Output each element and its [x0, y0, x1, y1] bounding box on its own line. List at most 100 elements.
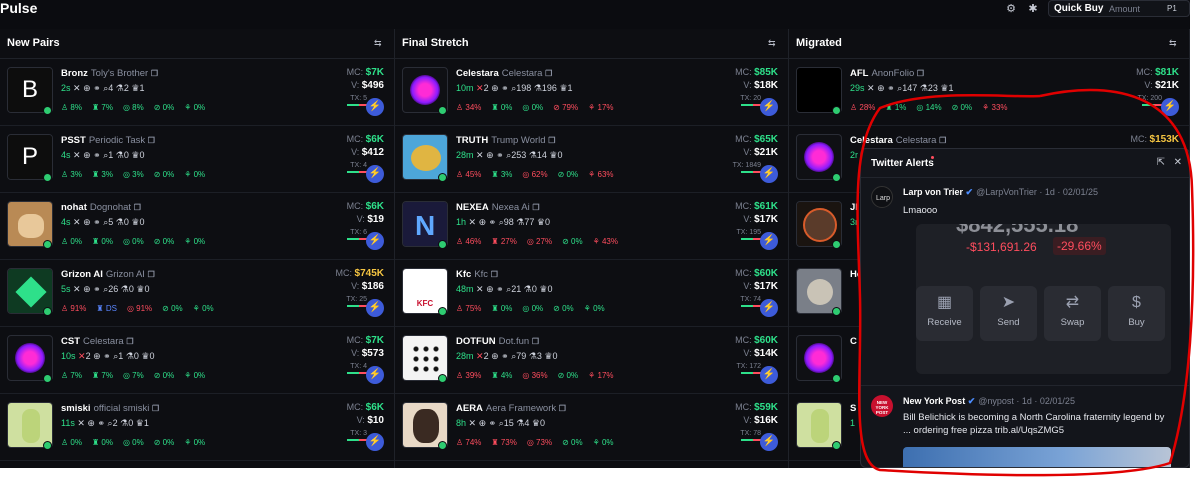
token-card[interactable]: Grizon AI Grizon AI ❐ 5s ✕ ⊕ ⚭ ⌕26 ⚗0 ♛0 ♙ … — [0, 260, 394, 327]
quick-buy-button[interactable]: ⚡ — [760, 232, 778, 250]
gear-icon[interactable]: ✱ — [1026, 2, 1040, 16]
x-icon[interactable]: ✕ — [73, 284, 81, 294]
quick-buy-button[interactable]: ⚡ — [760, 433, 778, 451]
x-icon[interactable]: ✕ — [73, 150, 81, 160]
quick-buy-label[interactable]: Quick Buy — [1054, 3, 1103, 15]
pill-icon[interactable]: ⚭ — [887, 83, 895, 93]
quick-buy-button[interactable]: ⚡ — [366, 232, 384, 250]
token-name[interactable]: AERA Aera Framework ❐ — [456, 403, 566, 414]
token-name[interactable]: PSST Periodic Task ❐ — [61, 135, 155, 146]
copy-icon[interactable]: ❐ — [491, 270, 498, 279]
token-card[interactable]: nohat Dognohat ❐ 4s ✕ ⊕ ⚭ ⌕5 ⚗0 ♛0 ♙ 0% ♜ 0%… — [0, 193, 394, 260]
quick-buy-button[interactable]: ⚡ — [760, 299, 778, 317]
copy-icon[interactable]: ❐ — [545, 69, 552, 78]
x-icon[interactable]: ✕ — [476, 83, 484, 93]
pill-icon[interactable]: ⚭ — [496, 150, 504, 160]
copy-icon[interactable]: ❐ — [151, 69, 158, 78]
pill-icon[interactable]: ⚭ — [97, 418, 105, 428]
avatar[interactable]: Larp — [871, 186, 893, 208]
x-icon[interactable]: ✕ — [73, 83, 81, 93]
token-name[interactable]: NEXEA Nexea Ai ❐ — [456, 202, 540, 213]
token-name[interactable]: Bronz Toly's Brother ❐ — [61, 68, 158, 79]
token-name[interactable]: CST Celestara ❐ — [61, 336, 133, 347]
copy-icon[interactable]: ❐ — [559, 404, 566, 413]
token-card[interactable]: AERA Aera Framework ❐ 8h ✕ ⊕ ⚭ ⌕15 ⚗4 ♛0 ♙ … — [395, 394, 788, 461]
globe-icon[interactable]: ⊕ — [93, 351, 101, 361]
token-name[interactable]: Celestara Celestara ❐ — [456, 68, 552, 79]
token-name[interactable]: TRUTH Trump World ❐ — [456, 135, 555, 146]
globe-icon[interactable]: ⊕ — [83, 83, 91, 93]
x-icon[interactable]: ✕ — [469, 217, 477, 227]
token-card[interactable]: smiski official smiski ❐ 11s ✕ ⊕ ⚭ ⌕2 ⚗0 ♛… — [0, 394, 394, 461]
quick-buy-button[interactable]: ⚡ — [366, 366, 384, 384]
token-name[interactable]: DOTFUN Dot.fun ❐ — [456, 336, 539, 347]
copy-icon[interactable]: ❐ — [532, 203, 539, 212]
preset-button[interactable]: P1 — [1167, 3, 1177, 15]
token-name[interactable]: S — [850, 403, 859, 414]
expand-icon[interactable]: ⇱ — [1157, 157, 1165, 168]
x-icon[interactable]: ✕ — [469, 418, 477, 428]
token-card[interactable]: KFC Kfc Kfc ❐ 48m ✕ ⊕ ⚭ ⌕21 ⚗0 ♛0 ♙ 75% ♜ 0% ◎… — [395, 260, 788, 327]
x-icon[interactable]: ✕ — [476, 351, 484, 361]
copy-icon[interactable]: ❐ — [152, 404, 159, 413]
token-card[interactable]: B Bronz Toly's Brother ❐ 2s ✕ ⊕ ⚭ ⌕4 ⚗2 ♛1 ♙… — [0, 59, 394, 126]
globe-icon[interactable]: ⊕ — [486, 150, 494, 160]
token-name[interactable]: Grizon AI Grizon AI ❐ — [61, 269, 155, 280]
copy-icon[interactable]: ❐ — [939, 136, 946, 145]
token-card[interactable]: AFL AnonFolio ❐ 29s ✕ ⊕ ⚭ ⌕147 ⚗23 ♛1 ♙ 28%… — [789, 59, 1189, 126]
token-name[interactable]: Celestara Celestara ❐ — [850, 135, 946, 146]
token-card[interactable]: Celestara Celestara ❐ 10m ✕2 ⊕ ⚭ ⌕198 ⚗196… — [395, 59, 788, 126]
token-card[interactable]: DOTFUN Dot.fun ❐ 28m ✕2 ⊕ ⚭ ⌕79 ⚗3 ♛0 ♙ 39%… — [395, 327, 788, 394]
token-card[interactable]: N NEXEA Nexea Ai ❐ 1h ✕ ⊕ ⚭ ⌕98 ⚗77 ♛0 ♙ 46%… — [395, 193, 788, 260]
pill-icon[interactable]: ⚭ — [93, 83, 101, 93]
x-icon[interactable]: ✕ — [476, 284, 484, 294]
pill-icon[interactable]: ⚭ — [501, 351, 509, 361]
quick-buy-button[interactable]: ⚡ — [760, 165, 778, 183]
x-icon[interactable]: ✕ — [867, 83, 875, 93]
copy-icon[interactable]: ❐ — [134, 203, 141, 212]
x-icon[interactable]: ✕ — [77, 418, 85, 428]
globe-icon[interactable]: ⊕ — [479, 217, 487, 227]
pill-icon[interactable]: ⚭ — [93, 217, 101, 227]
copy-icon[interactable]: ❐ — [126, 337, 133, 346]
globe-icon[interactable]: ⊕ — [491, 83, 499, 93]
token-name[interactable]: AFL AnonFolio ❐ — [850, 68, 924, 79]
token-card[interactable]: TRUTH Trump World ❐ 28m ✕ ⊕ ⚭ ⌕253 ⚗14 ♛0 ♙… — [395, 126, 788, 193]
token-card[interactable]: P PSST Periodic Task ❐ 4s ✕ ⊕ ⚭ ⌕1 ⚗0 ♛0 ♙ 3… — [0, 126, 394, 193]
token-card[interactable]: CST Celestara ❐ 10s ✕2 ⊕ ⚭ ⌕1 ⚗0 ♛0 ♙ 7% ♜ 7… — [0, 327, 394, 394]
pill-icon[interactable]: ⚭ — [501, 83, 509, 93]
globe-icon[interactable]: ⊕ — [83, 217, 91, 227]
x-icon[interactable]: ✕ — [78, 351, 86, 361]
quick-buy-button[interactable]: ⚡ — [366, 433, 384, 451]
globe-icon[interactable]: ⊕ — [491, 351, 499, 361]
close-icon[interactable]: ✕ — [1174, 157, 1182, 168]
pill-icon[interactable]: ⚭ — [93, 150, 101, 160]
link-settings-icon[interactable]: ⚙ — [1004, 2, 1018, 16]
filter-icon[interactable]: ⇆ — [768, 37, 780, 49]
x-icon[interactable]: ✕ — [73, 217, 81, 227]
filter-icon[interactable]: ⇆ — [374, 37, 386, 49]
globe-icon[interactable]: ⊕ — [877, 83, 885, 93]
copy-icon[interactable]: ❐ — [148, 136, 155, 145]
pill-icon[interactable]: ⚭ — [489, 217, 497, 227]
quick-buy-button[interactable]: ⚡ — [760, 366, 778, 384]
globe-icon[interactable]: ⊕ — [479, 418, 487, 428]
token-name[interactable]: Kfc Kfc ❐ — [456, 269, 498, 280]
token-name[interactable]: smiski official smiski ❐ — [61, 403, 159, 414]
globe-icon[interactable]: ⊕ — [486, 284, 494, 294]
pill-icon[interactable]: ⚭ — [103, 351, 111, 361]
copy-icon[interactable]: ❐ — [532, 337, 539, 346]
token-name[interactable]: nohat Dognohat ❐ — [61, 202, 141, 213]
globe-icon[interactable]: ⊕ — [83, 284, 91, 294]
quick-buy-button[interactable]: ⚡ — [760, 98, 778, 116]
copy-icon[interactable]: ❐ — [917, 69, 924, 78]
tweet-author[interactable]: Larp von Trier ✔ @LarpVonTrier · 1d · 02/… — [903, 187, 1098, 198]
pill-icon[interactable]: ⚭ — [93, 284, 101, 294]
quick-buy-button[interactable]: ⚡ — [366, 98, 384, 116]
x-icon[interactable]: ✕ — [476, 150, 484, 160]
tweet-author[interactable]: New York Post ✔ @nypost · 1d · 02/01/25 — [903, 396, 1075, 407]
copy-icon[interactable]: ❐ — [148, 270, 155, 279]
token-name[interactable]: C — [850, 336, 860, 347]
amount-input[interactable]: Amount — [1109, 3, 1140, 15]
quick-buy-button[interactable]: ⚡ — [1161, 98, 1179, 116]
